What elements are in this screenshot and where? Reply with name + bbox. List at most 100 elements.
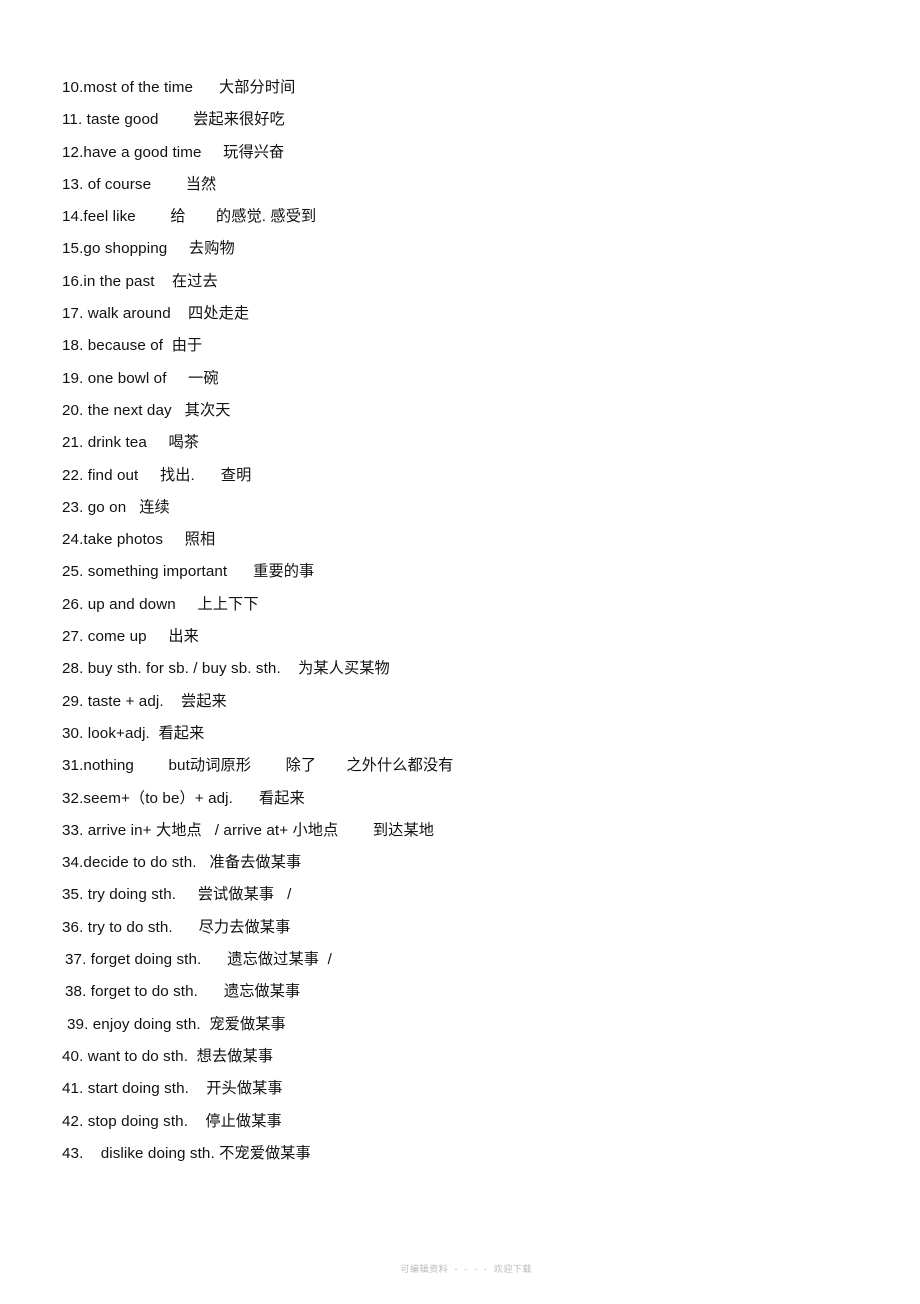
phrase-chinese: 宠爱做某事 <box>209 1015 286 1033</box>
phrase-number: 29. <box>62 692 84 710</box>
phrase-gap-middle <box>138 467 160 484</box>
phrase-gap-middle <box>136 208 171 225</box>
phrase-row: 35. try doing sth. 尝试做某事 / <box>62 879 862 911</box>
phrase-chinese: 照相 <box>184 531 216 549</box>
phrase-row: 29. taste + adj. 尝起来 <box>62 686 862 718</box>
phrase-chinese: 找出. 查明 <box>159 466 252 484</box>
phrase-gap-middle <box>176 886 198 903</box>
phrase-number: 30. <box>62 724 84 742</box>
phrase-row: 15.go shopping 去购物 <box>62 233 862 265</box>
phrase-number: 20. <box>62 401 84 419</box>
phrase-english: feel like <box>83 208 136 226</box>
phrase-chinese: 连续 <box>139 498 170 516</box>
phrase-number: 31. <box>62 757 84 775</box>
phrase-gap-middle <box>150 725 159 742</box>
phrase-english: up and down <box>87 595 176 613</box>
phrase-gap-middle <box>163 531 185 548</box>
phrase-row: 40. want to do sth. 想去做某事 <box>62 1041 862 1073</box>
phrase-chinese: 动词原形 除了 之外什么都没有 <box>189 757 454 775</box>
phrase-gap-middle <box>159 111 194 128</box>
phrase-row: 37. forget doing sth. 遗忘做过某事 / <box>62 944 862 976</box>
phrase-english: forget doing sth. <box>90 951 202 969</box>
footer-text: 可编辑资料 - - - - 欢迎下载 <box>400 1264 533 1274</box>
phrase-chinese: 当然 <box>185 175 217 193</box>
phrase-chinese: 大地点 / arrive at+ 小地点 到达某地 <box>155 821 435 839</box>
phrase-english: forget to do sth. <box>90 983 198 1001</box>
phrase-english: want to do sth. <box>87 1047 189 1065</box>
phrase-number: 40. <box>62 1047 84 1065</box>
phrase-row: 13. of course 当然 <box>62 169 862 201</box>
phrase-gap-middle <box>147 628 169 645</box>
phrase-gap-middle <box>167 240 189 257</box>
phrase-english: taste + adj. <box>87 692 164 710</box>
phrase-number: 18. <box>62 337 84 355</box>
phrase-number: 22. <box>62 466 84 484</box>
phrase-chinese: 四处走走 <box>188 305 250 323</box>
phrase-row: 26. up and down 上上下下 <box>62 589 862 621</box>
document-page: 10.most of the time 大部分时间 11. taste good … <box>0 0 920 1304</box>
phrase-english: look+adj. <box>87 724 150 742</box>
phrase-gap-middle <box>188 1048 197 1065</box>
phrase-row: 36. try to do sth. 尽力去做某事 <box>62 912 862 944</box>
phrase-row: 42. stop doing sth. 停止做某事 <box>62 1106 862 1138</box>
phrase-row: 19. one bowl of 一碗 <box>62 363 862 395</box>
phrase-number: 43. <box>62 1144 84 1162</box>
phrase-chinese: 尝起来很好吃 <box>193 111 285 129</box>
phrase-chinese: 遗忘做过某事 / <box>227 951 332 969</box>
phrase-english: drink tea <box>87 434 147 452</box>
phrase-row: 10.most of the time 大部分时间 <box>62 72 862 104</box>
phrase-english: the next day <box>87 401 172 419</box>
phrase-english: buy sth. for sb. / buy sb. sth. <box>87 660 281 678</box>
phrase-chinese: 看起来 <box>258 789 305 807</box>
phrase-number: 39. <box>67 1015 89 1033</box>
phrase-english: dislike doing sth. <box>100 1144 215 1162</box>
phrase-gap-middle <box>233 790 259 807</box>
phrase-english: decide to do sth. <box>83 854 197 872</box>
phrase-english: nothing but <box>83 757 190 775</box>
phrase-number: 33. <box>62 821 84 839</box>
phrase-gap-middle <box>188 1113 205 1130</box>
phrase-english: enjoy doing sth. <box>92 1015 201 1033</box>
phrase-english: go shopping <box>83 240 168 258</box>
phrase-number: 13. <box>62 175 84 193</box>
phrase-row: 14.feel like 给 的感觉. 感受到 <box>62 201 862 233</box>
phrase-gap-middle <box>164 693 181 710</box>
phrase-english: seem+（to be）+ adj. <box>83 789 233 807</box>
phrase-row: 38. forget to do sth. 遗忘做某事 <box>62 976 862 1008</box>
phrase-chinese: 遗忘做某事 <box>223 983 301 1001</box>
phrase-row: 41. start doing sth. 开头做某事 <box>62 1073 862 1105</box>
phrase-row: 28. buy sth. for sb. / buy sb. sth. 为某人买… <box>62 653 862 685</box>
phrase-chinese: 一碗 <box>188 369 219 387</box>
phrase-list: 10.most of the time 大部分时间 11. taste good … <box>62 72 862 1170</box>
phrase-gap-middle <box>193 79 219 96</box>
phrase-number: 42. <box>62 1112 84 1130</box>
phrase-chinese: 玩得兴奋 <box>223 143 285 161</box>
phrase-english: taste good <box>86 111 159 129</box>
phrase-english: try to do sth. <box>87 918 173 936</box>
phrase-chinese: 由于 <box>171 337 203 355</box>
phrase-gap-middle <box>189 1080 206 1097</box>
phrase-english: most of the time <box>83 79 194 96</box>
phrase-gap-middle <box>176 596 198 613</box>
phrase-gap-middle <box>163 337 172 354</box>
phrase-row: 33. arrive in+ 大地点 / arrive at+ 小地点 到达某地 <box>62 815 862 847</box>
phrase-chinese: 重要的事 <box>253 563 315 581</box>
phrase-english: take photos <box>83 531 164 549</box>
phrase-gap-leading <box>83 1145 100 1162</box>
phrase-chinese: 尽力去做某事 <box>198 918 291 936</box>
phrase-number: 34. <box>62 854 84 872</box>
phrase-number: 35. <box>62 886 84 904</box>
phrase-row: 18. because of 由于 <box>62 330 862 362</box>
phrase-gap-middle <box>171 305 188 322</box>
phrase-chinese: 准备去做某事 <box>209 854 302 872</box>
phrase-chinese: 为某人买某物 <box>298 660 390 678</box>
phrase-row: 25. something important 重要的事 <box>62 556 862 588</box>
phrase-number: 28. <box>62 660 84 678</box>
phrase-number: 38. <box>65 983 87 1001</box>
phrase-row: 12.have a good time 玩得兴奋 <box>62 137 862 169</box>
phrase-chinese: 想去做某事 <box>196 1047 274 1065</box>
phrase-gap-middle <box>281 660 298 677</box>
phrase-row: 16.in the past 在过去 <box>62 266 862 298</box>
phrase-chinese: 其次天 <box>184 401 231 419</box>
phrase-number: 21. <box>62 434 84 452</box>
